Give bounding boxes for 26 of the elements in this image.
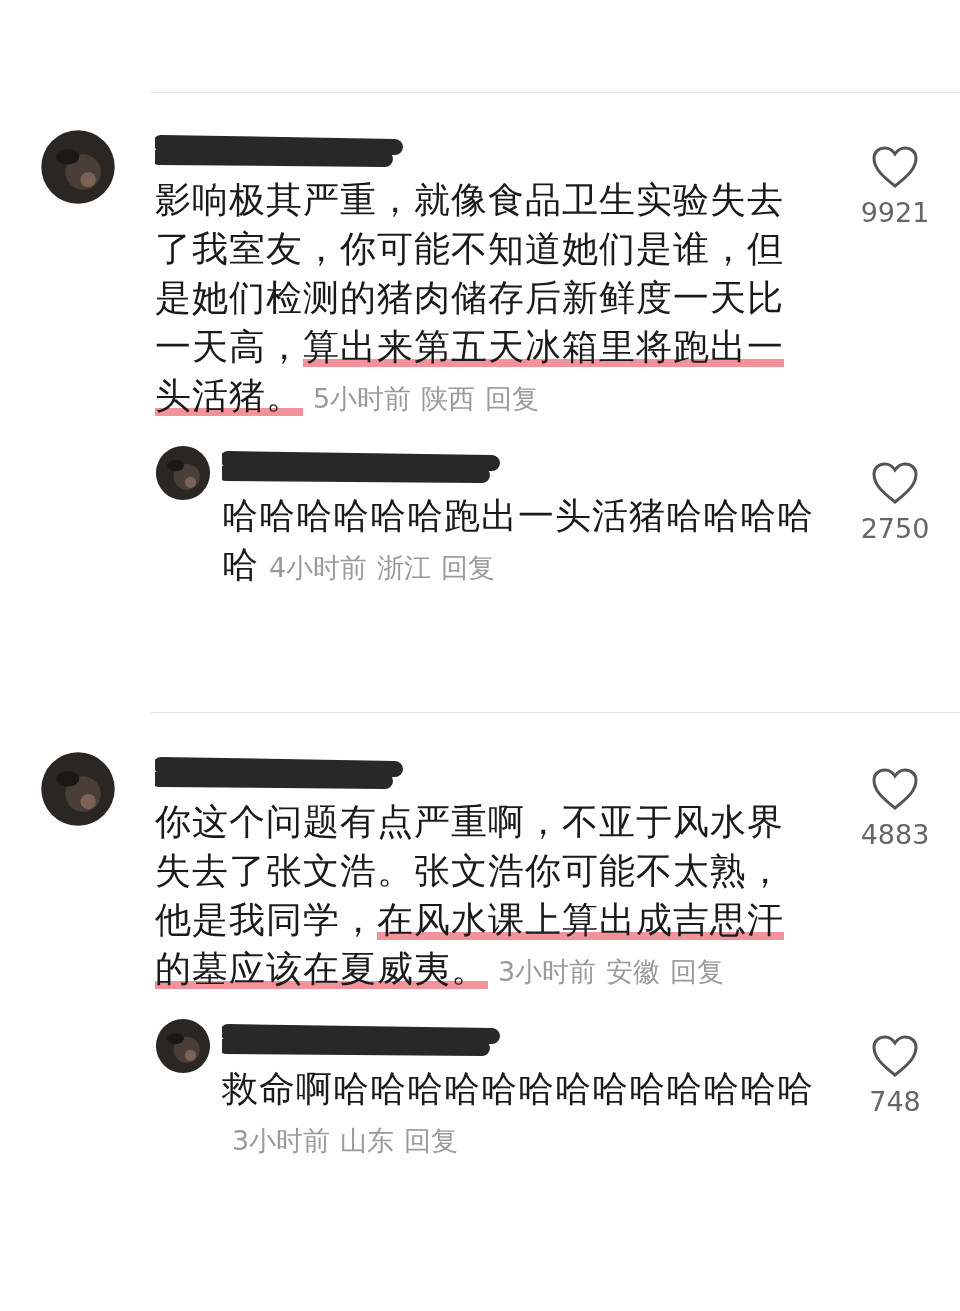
timestamp: 3小时前 <box>232 1125 331 1156</box>
like-count: 2750 <box>860 512 930 546</box>
reply-link[interactable]: 回复 <box>404 1125 459 1156</box>
avatar <box>155 445 211 501</box>
timestamp: 3小时前 <box>498 956 597 987</box>
location-text: 安徽 <box>606 956 661 987</box>
reply-link[interactable]: 回复 <box>670 956 725 987</box>
heart-icon[interactable] <box>871 1034 919 1078</box>
avatar <box>155 1018 211 1074</box>
location-text: 山东 <box>340 1125 395 1156</box>
heart-icon[interactable] <box>871 145 919 189</box>
heart-icon[interactable] <box>871 461 919 505</box>
comment-text: 哈哈哈哈哈哈跑出一头活猪哈哈哈哈哈 4小时前 浙江 回复 <box>222 494 815 587</box>
comment-text: 救命啊哈哈哈哈哈哈哈哈哈哈哈哈哈 3小时前 山东 回复 <box>222 1067 815 1158</box>
reply-link[interactable]: 回复 <box>441 552 496 583</box>
location-text: 浙江 <box>377 552 432 583</box>
location-text: 陕西 <box>421 383 476 414</box>
comment-text: 影响极其严重，就像食品卫生实验失去了我室友，你可能不知道她们是谁，但是她们检测的猪肉储存后新鲜度一天比一天高，算出来第五天冰箱里将跑出一头活猪。 5小时前 陕西 回复 <box>155 178 785 418</box>
like-count: 748 <box>869 1085 921 1119</box>
like-count: 4883 <box>860 818 930 852</box>
timestamp: 4小时前 <box>269 552 368 583</box>
reply-link[interactable]: 回复 <box>485 383 540 414</box>
heart-icon[interactable] <box>871 767 919 811</box>
timestamp: 5小时前 <box>313 383 412 414</box>
comment-text: 你这个问题有点严重啊，不亚于风水界失去了张文浩。张文浩你可能不太熟，他是我同学，在风水课上算出成吉思汗的墓应该在夏威夷。 3小时前 安徽 回复 <box>155 800 785 991</box>
like-count: 9921 <box>860 196 930 230</box>
